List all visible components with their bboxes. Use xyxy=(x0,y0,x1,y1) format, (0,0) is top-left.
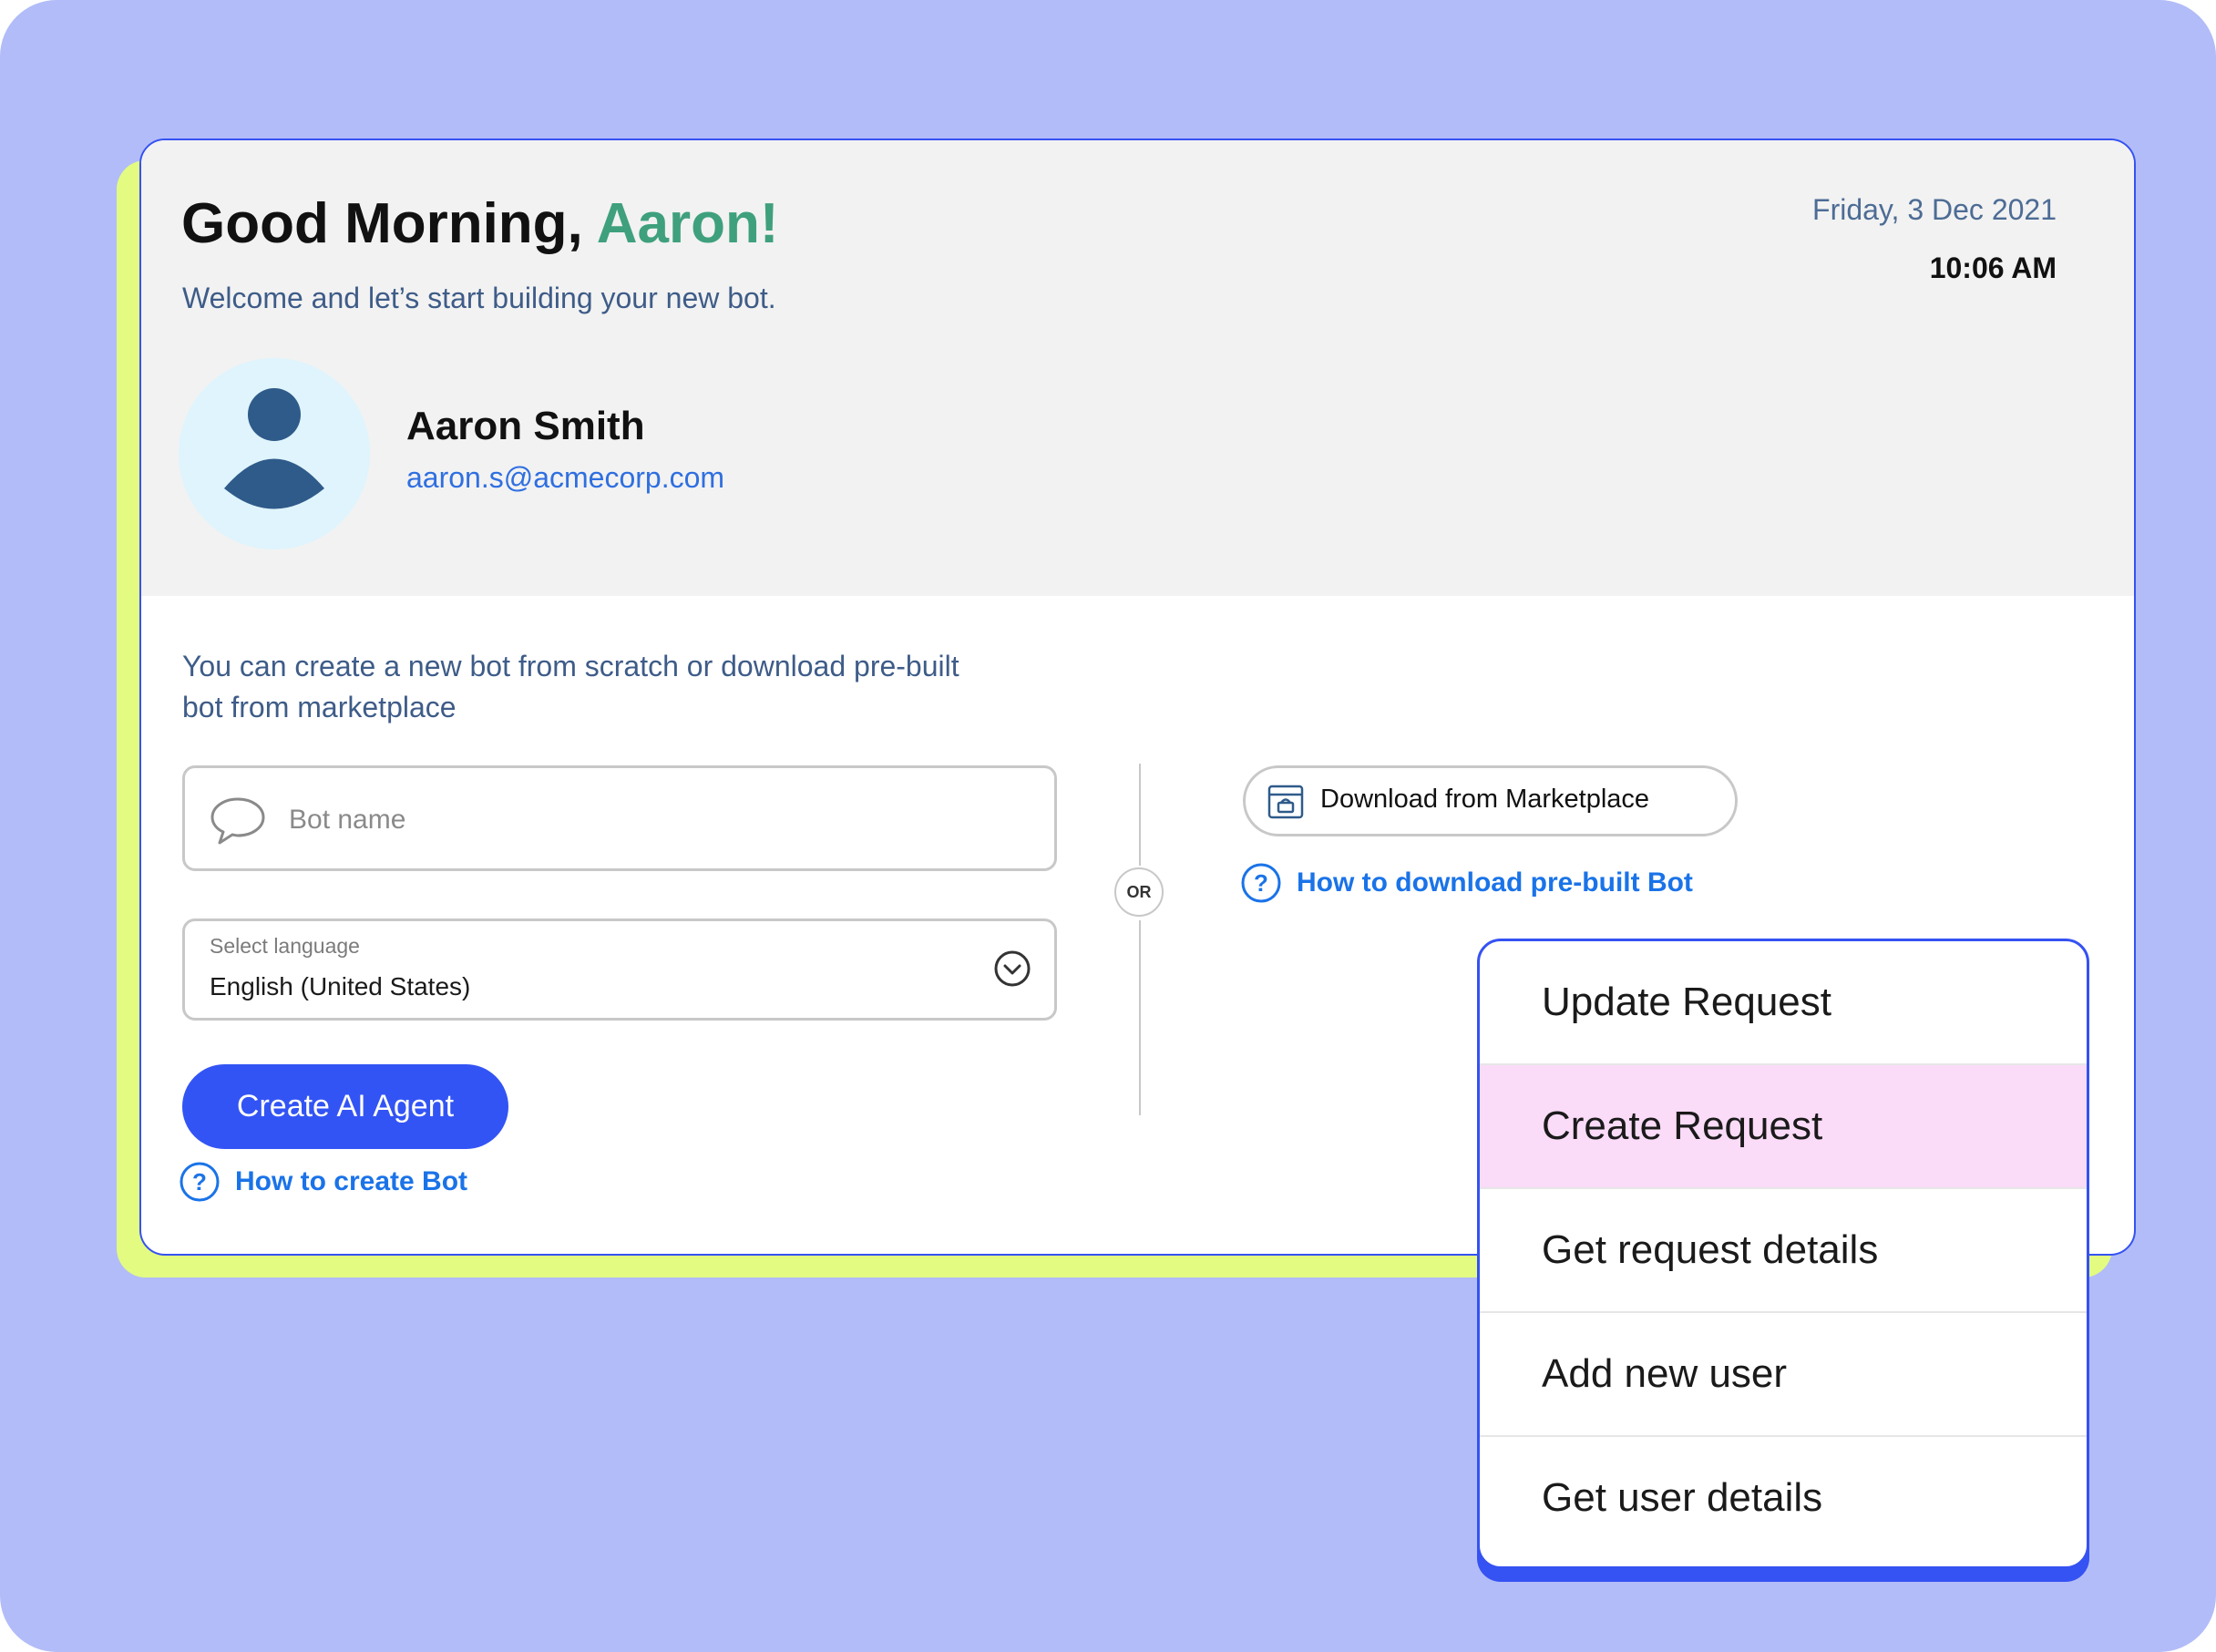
welcome-header: Good Morning, Aaron! Welcome and let’s s… xyxy=(141,140,2134,596)
chat-bubble-icon xyxy=(210,797,265,845)
user-email: aaron.s@acmecorp.com xyxy=(406,461,725,494)
menu-item-get-user-details[interactable]: Get user details xyxy=(1480,1437,2087,1559)
current-date: Friday, 3 Dec 2021 xyxy=(1812,193,2057,226)
greeting-text: Good Morning, xyxy=(181,192,583,255)
or-divider-bottom xyxy=(1139,920,1141,1115)
or-divider-top xyxy=(1139,764,1141,866)
current-time: 10:06 AM xyxy=(1929,251,2057,284)
how-to-download-bot-label: How to download pre-built Bot xyxy=(1297,867,1693,898)
or-badge: OR xyxy=(1114,867,1164,917)
greeting-name: Aaron! xyxy=(596,192,779,255)
language-select[interactable]: Select language English (United States) xyxy=(182,918,1057,1021)
welcome-subtitle: Welcome and let’s start building your ne… xyxy=(182,282,776,314)
bot-name-input[interactable] xyxy=(287,794,1020,847)
how-to-create-bot-link[interactable]: ? How to create Bot xyxy=(179,1161,467,1203)
how-to-create-bot-label: How to create Bot xyxy=(235,1166,468,1196)
language-value: English (United States) xyxy=(210,972,471,1000)
avatar xyxy=(179,358,370,549)
svg-text:?: ? xyxy=(1254,869,1268,897)
user-name: Aaron Smith xyxy=(406,404,645,448)
marketplace-label: Download from Marketplace xyxy=(1320,785,1650,814)
bot-name-field[interactable] xyxy=(182,765,1057,871)
screen: Good Morning, Aaron! Welcome and let’s s… xyxy=(0,0,2216,1652)
menu-item-add-new-user[interactable]: Add new user xyxy=(1480,1313,2087,1435)
menu-item-update-request[interactable]: Update Request xyxy=(1480,941,2087,1063)
chevron-down-icon[interactable] xyxy=(992,949,1032,989)
menu-item-get-request-details[interactable]: Get request details xyxy=(1480,1189,2087,1311)
action-menu: Update Request Create Request Get reques… xyxy=(1477,939,2089,1569)
intro-text: You can create a new bot from scratch or… xyxy=(182,650,959,723)
help-icon: ? xyxy=(1241,863,1281,903)
marketplace-icon xyxy=(1267,785,1304,819)
how-to-download-bot-link[interactable]: ? How to download pre-built Bot xyxy=(1240,862,1693,904)
person-icon xyxy=(224,388,324,509)
menu-item-create-request[interactable]: Create Request xyxy=(1480,1065,2087,1187)
help-icon: ? xyxy=(180,1162,220,1202)
download-marketplace-button[interactable]: Download from Marketplace xyxy=(1243,765,1738,836)
svg-text:?: ? xyxy=(192,1168,207,1195)
greeting-heading: Good Morning, Aaron! xyxy=(181,188,779,261)
language-label: Select language xyxy=(210,934,360,958)
create-ai-agent-button[interactable]: Create AI Agent xyxy=(182,1064,508,1149)
